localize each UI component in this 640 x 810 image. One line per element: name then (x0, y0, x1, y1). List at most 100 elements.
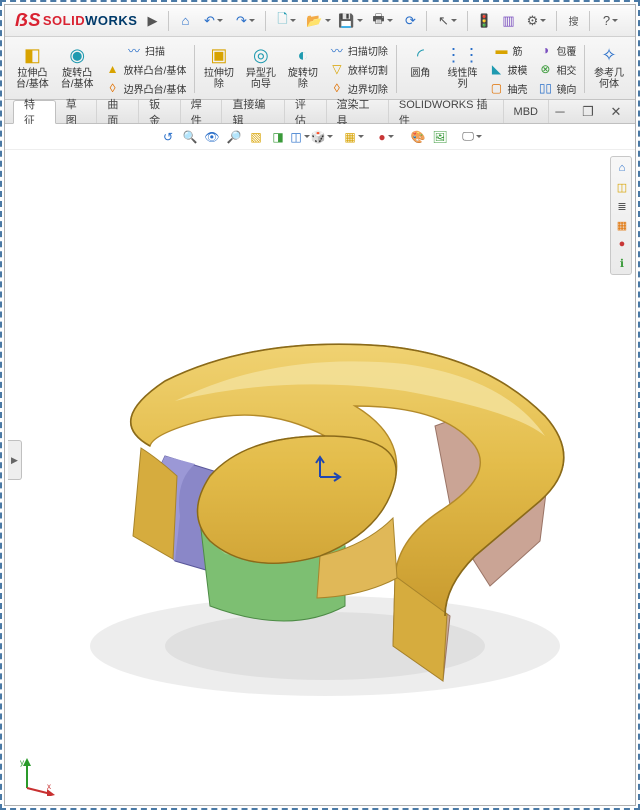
taskpane-library-icon[interactable]: ◫ (613, 178, 631, 196)
rib-button[interactable]: ▬筋 (491, 41, 524, 59)
print-icon[interactable]: 🖶 (367, 10, 397, 32)
mirror-icon: ▯▯ (537, 80, 553, 96)
sweep-icon: 〰 (126, 42, 142, 58)
extrude-icon: ◧ (20, 43, 44, 67)
view-settings-icon[interactable]: 🖵 (462, 127, 482, 147)
wrap-icon: ◑ (537, 42, 553, 58)
traffic-light-icon[interactable]: 🚦 (473, 10, 495, 32)
doc-minimize-button[interactable]: ─ (549, 101, 571, 123)
zoom-icon[interactable]: 🔍 (180, 127, 200, 147)
apply-scene-icon[interactable]: 🖼 (430, 127, 450, 147)
select-cursor-icon[interactable]: ↖ (432, 10, 462, 32)
display-style-icon[interactable]: ◫ (290, 127, 310, 147)
task-pane: ⌂ ◫ ≣ ▦ ● ℹ (610, 156, 632, 275)
mirror-button[interactable]: ▯▯镜向 (535, 79, 578, 97)
loft-icon: ▲ (105, 61, 121, 77)
section-view-icon[interactable]: ▧ (246, 127, 266, 147)
sweep-cut-icon: 〰 (329, 42, 345, 58)
pan-eye-icon[interactable]: 👁 (202, 127, 222, 147)
appearance-icon[interactable]: ● (376, 127, 396, 147)
extrude-boss-button[interactable]: ◧ 拉伸凸 台/基体 (13, 41, 52, 92)
taskpane-view-palette-icon[interactable]: ▦ (613, 216, 631, 234)
tab-surface[interactable]: 曲面 (97, 100, 139, 123)
shell-icon: ▢ (488, 80, 504, 96)
ds-logo-icon: ẞS (15, 10, 41, 31)
tab-features[interactable]: 特征 (13, 100, 56, 124)
draft-button[interactable]: ◣拔模 (486, 60, 529, 78)
tab-mbd[interactable]: MBD (504, 100, 549, 123)
tab-sketch[interactable]: 草图 (56, 100, 98, 123)
revolve-cut-button[interactable]: ◐ 旋转切 除 (285, 41, 321, 92)
sweep-cut-button[interactable]: 〰扫描切除 (327, 41, 390, 59)
taskpane-explorer-icon[interactable]: ≣ (613, 197, 631, 215)
redo-icon[interactable]: ↷ (230, 10, 260, 32)
revolve-icon: ◉ (65, 43, 89, 67)
taskpane-resources-icon[interactable]: ⌂ (613, 159, 631, 177)
intersect-button[interactable]: ⊗相交 (535, 60, 578, 78)
hole-icon: ◎ (249, 43, 273, 67)
tab-weldments[interactable]: 焊件 (181, 100, 223, 123)
open-icon[interactable]: 📂 (303, 10, 333, 32)
revolve-boss-button[interactable]: ◉ 旋转凸 台/基体 (58, 41, 97, 92)
app-logo: ẞS SOLIDWORKS (9, 10, 143, 31)
taskpane-properties-icon[interactable]: ℹ (613, 254, 631, 272)
boundary-cut-icon: ◊ (329, 80, 345, 96)
tab-sheetmetal[interactable]: 钣金 (139, 100, 181, 123)
quick-access-toolbar: ⌂ ↶ ↷ 🗋 📂 💾 🖶 ⟳ ↖ 🚦 ▥ ⚙ 搜 ? (165, 10, 625, 32)
rebuild-arrow-icon[interactable]: ⟳ (399, 10, 421, 32)
home-icon[interactable]: ⌂ (174, 10, 196, 32)
tab-direct-edit[interactable]: 直接编辑 (222, 100, 284, 123)
dynamic-view-icon[interactable]: ◨ (268, 127, 288, 147)
extrude-cut-button[interactable]: ▣ 拉伸切 除 (201, 41, 237, 92)
options-gear-icon[interactable]: ⚙ (521, 10, 551, 32)
command-manager-tabs: 特征 草图 曲面 钣金 焊件 直接编辑 评估 渲染工具 SOLIDWORKS 插… (5, 100, 635, 124)
new-doc-icon[interactable]: 🗋 (271, 10, 301, 32)
feature-tree-flyout[interactable]: ▶ (8, 440, 22, 480)
title-bar: ẞS SOLIDWORKS ▶ ⌂ ↶ ↷ 🗋 📂 💾 🖶 ⟳ ↖ 🚦 ▥ ⚙ … (5, 5, 635, 37)
fillet-icon: ◜ (408, 43, 432, 67)
doc-restore-button[interactable]: ❐ (577, 101, 599, 123)
graphics-viewport[interactable]: ▶ ⌂ ◫ ≣ ▦ ● ℹ (5, 150, 635, 805)
orbit-icon[interactable]: ↺ (158, 127, 178, 147)
boundary-button[interactable]: ◊边界凸台/基体 (103, 79, 189, 97)
search-button[interactable]: 搜 (562, 10, 584, 32)
loft-button[interactable]: ▲放样凸台/基体 (103, 60, 189, 78)
boundary-cut-button[interactable]: ◊边界切除 (327, 79, 390, 97)
undo-icon[interactable]: ↶ (198, 10, 228, 32)
minimize-button[interactable]: ─ (629, 11, 640, 31)
boundary-icon: ◊ (105, 80, 121, 96)
wrap-button[interactable]: ◑包覆 (535, 41, 578, 59)
svg-text:x: x (47, 782, 51, 791)
tab-evaluate[interactable]: 评估 (285, 100, 327, 123)
file-menu-arrow-icon[interactable]: ▶ (147, 10, 157, 32)
extrude-cut-icon: ▣ (207, 43, 231, 67)
loft-cut-icon: ▽ (329, 61, 345, 77)
loft-cut-button[interactable]: ▽放样切割 (327, 60, 390, 78)
taskpane-appearances-icon[interactable]: ● (613, 235, 631, 253)
heads-up-view-toolbar: ↺ 🔍 👁 🔎 ▧ ◨ ◫ 🎲 ▦ ● 🎨 🖼 🖵 (5, 124, 635, 150)
hide-show-icon[interactable]: ▦ (344, 127, 364, 147)
linear-pattern-button[interactable]: ⋮⋮ 线性阵 列 (444, 41, 480, 92)
help-icon[interactable]: ? (595, 10, 625, 32)
model-3d-part[interactable] (45, 286, 595, 696)
sweep-button[interactable]: 〰扫描 (124, 41, 167, 59)
doc-close-button[interactable]: ✕ (605, 101, 627, 123)
fillet-button[interactable]: ◜ 圆角 (402, 41, 438, 81)
magnify-icon[interactable]: 🔎 (224, 127, 244, 147)
edit-appearance-icon[interactable]: 🎨 (408, 127, 428, 147)
hole-wizard-button[interactable]: ◎ 异型孔 向导 (243, 41, 279, 92)
reference-geometry-button[interactable]: ✧ 参考几 何体 (591, 41, 627, 92)
refgeom-icon: ✧ (597, 43, 621, 67)
features-ribbon: ◧ 拉伸凸 台/基体 ◉ 旋转凸 台/基体 〰扫描 ▲放样凸台/基体 ◊边界凸台… (5, 37, 635, 100)
save-icon[interactable]: 💾 (335, 10, 365, 32)
orientation-triad[interactable]: y x (17, 756, 57, 796)
rib-icon: ▬ (493, 42, 509, 58)
view-orientation-icon[interactable]: 🎲 (312, 127, 332, 147)
measure-icon[interactable]: ▥ (497, 10, 519, 32)
shell-button[interactable]: ▢抽壳 (486, 79, 529, 97)
revolve-cut-icon: ◐ (291, 43, 315, 67)
intersect-icon: ⊗ (537, 61, 553, 77)
svg-text:y: y (20, 758, 24, 767)
tab-render[interactable]: 渲染工具 (327, 100, 389, 123)
tab-addins[interactable]: SOLIDWORKS 插件 (389, 100, 504, 123)
